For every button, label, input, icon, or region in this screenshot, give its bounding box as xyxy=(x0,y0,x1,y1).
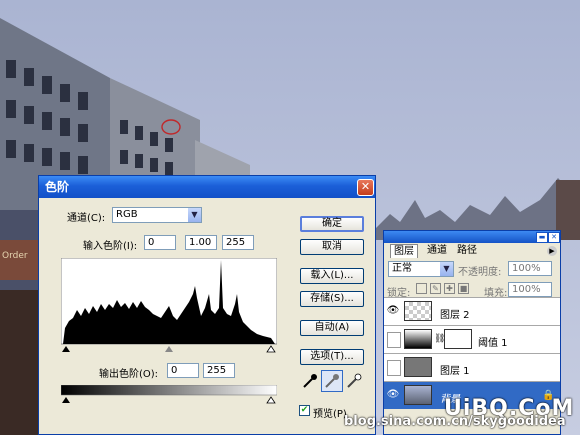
lock-paint-icon[interactable]: ✎ xyxy=(430,283,441,294)
tab-paths[interactable]: 路径 xyxy=(454,244,480,257)
opacity-label: 不透明度: xyxy=(458,267,502,278)
tab-channels[interactable]: 通道 xyxy=(424,244,450,257)
layer-row-layer2[interactable]: 👁 图层 2 xyxy=(384,297,560,325)
output-slider-white[interactable] xyxy=(266,396,276,404)
gray-eyedropper-icon[interactable] xyxy=(321,370,343,392)
layer-name: 图层 2 xyxy=(440,310,470,321)
visibility-toggle[interactable] xyxy=(387,332,401,348)
mask-thumbnail xyxy=(444,329,472,349)
preview-label: 预览(P) xyxy=(313,409,347,420)
output-gradient xyxy=(61,385,277,404)
layer-row-threshold1[interactable]: ⛓ 阈值 1 xyxy=(384,325,560,353)
levels-dialog: 色阶 ✕ 通道(C): RGB ▼ 输入色阶(I): 0 1.00 255 输出… xyxy=(38,175,376,435)
input-black-field[interactable]: 0 xyxy=(144,235,176,250)
input-white-field[interactable]: 255 xyxy=(222,235,254,250)
output-black-field[interactable]: 0 xyxy=(167,363,199,378)
slider-black[interactable] xyxy=(62,346,70,352)
tab-layers[interactable]: 图层 xyxy=(390,244,418,258)
input-levels-label: 输入色阶(I): xyxy=(83,241,138,252)
blend-mode-select[interactable]: 正常 ▼ xyxy=(388,261,454,277)
layer-thumbnail xyxy=(404,385,432,405)
close-icon[interactable]: ✕ xyxy=(357,179,374,196)
eye-icon[interactable]: 👁 xyxy=(386,303,400,319)
load-button[interactable]: 载入(L)... xyxy=(300,268,364,284)
levels-title: 色阶 xyxy=(45,180,70,194)
channel-value: RGB xyxy=(116,209,138,220)
blend-mode-value: 正常 xyxy=(392,263,412,274)
close-icon[interactable]: ✕ xyxy=(548,232,560,243)
input-gamma-field[interactable]: 1.00 xyxy=(185,235,217,250)
visibility-toggle[interactable] xyxy=(387,360,401,376)
lock-transparency-icon[interactable] xyxy=(416,283,427,294)
layer-thumbnail xyxy=(404,301,432,321)
white-eyedropper-icon[interactable] xyxy=(345,372,363,390)
eye-icon[interactable]: 👁 xyxy=(386,387,400,403)
channel-label: 通道(C): xyxy=(67,213,106,224)
slider-white[interactable] xyxy=(266,345,276,353)
ok-button[interactable]: 确定 xyxy=(300,216,364,232)
lock-all-icon[interactable]: ■ xyxy=(458,283,469,294)
layer-name: 图层 1 xyxy=(440,366,470,377)
layer-thumbnail xyxy=(404,357,432,377)
lock-move-icon[interactable]: ✚ xyxy=(444,283,455,294)
options-button[interactable]: 选项(T)... xyxy=(300,349,364,365)
svg-text:Order: Order xyxy=(2,251,28,261)
watermark-blog: blog.sina.com.cn/skygoodidea xyxy=(344,414,566,429)
auto-button[interactable]: 自动(A) xyxy=(300,320,364,336)
slider-gamma[interactable] xyxy=(165,346,173,352)
output-levels-label: 输出色阶(O): xyxy=(99,369,159,380)
output-slider-black[interactable] xyxy=(62,397,70,403)
channel-select[interactable]: RGB ▼ xyxy=(112,207,202,223)
black-eyedropper-icon[interactable] xyxy=(301,372,319,390)
chevron-down-icon[interactable]: ▼ xyxy=(440,262,453,276)
save-button[interactable]: 存储(S)... xyxy=(300,291,364,307)
fill-field[interactable]: 100% xyxy=(508,282,552,297)
cancel-button[interactable]: 取消 xyxy=(300,239,364,255)
layer-name: 阈值 1 xyxy=(478,338,508,349)
layer-row-layer1[interactable]: 图层 1 xyxy=(384,353,560,381)
layers-panel-titlebar[interactable] xyxy=(384,231,560,243)
histogram xyxy=(61,258,277,353)
adjustment-thumbnail xyxy=(404,329,432,349)
opacity-field[interactable]: 100% xyxy=(508,261,552,276)
chevron-down-icon[interactable]: ▼ xyxy=(188,208,201,222)
levels-titlebar[interactable]: 色阶 xyxy=(39,176,375,198)
output-white-field[interactable]: 255 xyxy=(203,363,235,378)
preview-checkbox[interactable]: ✔ xyxy=(299,405,310,416)
panel-menu-icon[interactable]: ▶ xyxy=(547,246,557,256)
minimize-icon[interactable]: ▬ xyxy=(536,232,548,243)
